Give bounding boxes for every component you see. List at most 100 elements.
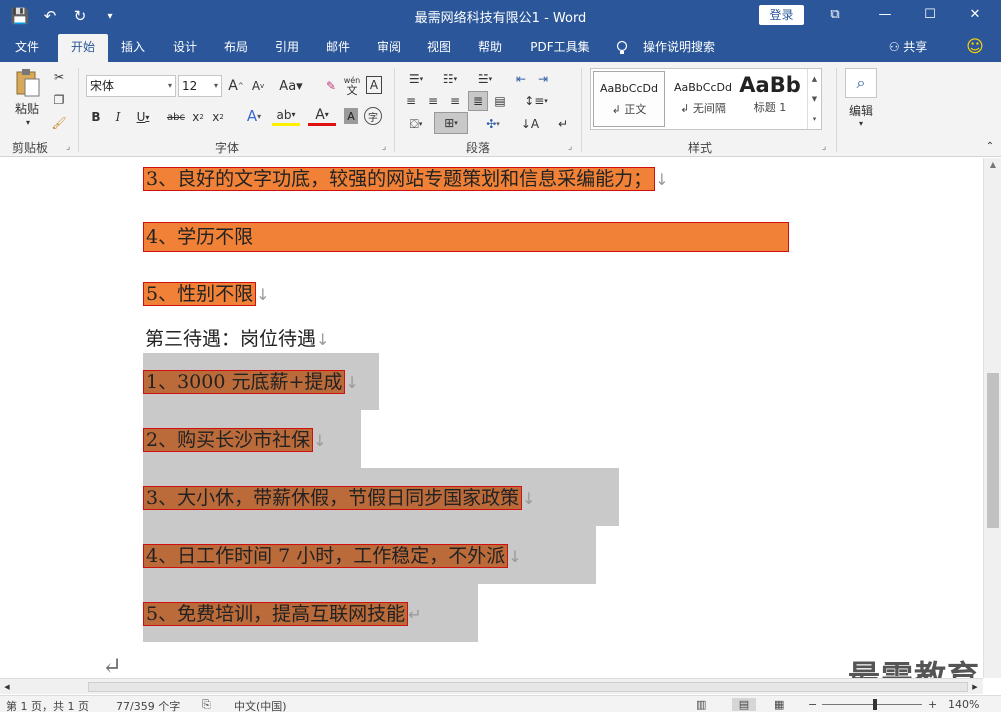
style-normal[interactable]: AaBbCcDd ↲ 正文 (593, 71, 665, 127)
scroll-right-icon[interactable]: ▶ (970, 681, 980, 693)
editing-dropdown-icon[interactable]: ▾ (855, 118, 867, 128)
scroll-up-icon[interactable]: ▲ (984, 160, 1001, 169)
format-painter-icon[interactable]: 🖌 (50, 114, 68, 132)
clipboard-launcher-icon[interactable]: ⌟ (66, 142, 76, 152)
font-size-combo[interactable]: 12 ▾ (178, 75, 222, 97)
print-layout-icon[interactable]: ▤ (732, 698, 756, 711)
change-case-icon[interactable]: Aa▾ (278, 76, 304, 96)
paste-icon[interactable] (12, 68, 42, 98)
minimize-icon[interactable]: — (873, 4, 897, 26)
paragraph[interactable]: 4、学历不限 (143, 222, 789, 252)
bullets-icon[interactable]: ☰ ▾ (402, 70, 430, 88)
show-paragraph-marks-icon[interactable]: ↵ (554, 114, 572, 134)
web-layout-icon[interactable]: ▦ (774, 698, 784, 711)
vertical-scroll-thumb[interactable] (987, 373, 999, 528)
clear-formatting-icon[interactable]: ✎ (322, 76, 340, 96)
read-mode-icon[interactable]: ▥ (696, 698, 706, 711)
multilevel-list-icon[interactable]: ☱ ▾ (470, 70, 500, 88)
shading-icon[interactable]: ⛋ ▾ (402, 114, 430, 134)
increase-indent-icon[interactable]: ⇥ (534, 70, 552, 88)
sort-icon[interactable]: ↓A (520, 114, 540, 134)
styles-gallery-scroll[interactable]: ▲ ▼ ▾ (807, 69, 821, 129)
tell-me-search[interactable]: 操作说明搜索 (638, 32, 720, 62)
character-shading-icon[interactable]: A (344, 108, 358, 124)
zoom-in-icon[interactable]: + (928, 698, 937, 711)
ribbon-display-options-icon[interactable]: ⧉ (823, 4, 847, 26)
style-heading-1[interactable]: AaBb 标题 1 (739, 71, 801, 127)
smiley-feedback-icon[interactable]: ☺ (962, 32, 988, 62)
horizontal-scrollbar[interactable]: ◀ ▶ (0, 678, 983, 694)
editing-button[interactable]: 编辑 (843, 102, 879, 118)
zoom-slider-thumb[interactable] (873, 699, 877, 710)
tab-layout[interactable]: 布局 (217, 32, 255, 62)
zoom-slider[interactable] (822, 704, 922, 705)
shrink-font-icon[interactable]: Av (249, 76, 267, 96)
numbering-icon[interactable]: ☷ ▾ (436, 70, 464, 88)
maximize-icon[interactable]: ☐ (918, 4, 942, 26)
horizontal-scroll-thumb[interactable] (88, 682, 968, 692)
tab-home[interactable]: 开始 (58, 34, 108, 62)
font-launcher-icon[interactable]: ⌟ (382, 142, 392, 152)
tab-view[interactable]: 视图 (420, 32, 458, 62)
zoom-level[interactable]: 140% (948, 698, 979, 711)
highlight-color-icon[interactable]: ab ▾ (272, 106, 300, 126)
tab-help[interactable]: 帮助 (471, 32, 509, 62)
zoom-out-icon[interactable]: − (808, 698, 817, 711)
gallery-more-icon[interactable]: ▾ (808, 109, 821, 129)
paragraph[interactable]: 2、购买长沙市社保 ↓ (143, 426, 327, 455)
proofing-icon[interactable]: ⎘ (202, 698, 211, 712)
tab-file[interactable]: 文件 (8, 32, 46, 62)
find-icon[interactable]: ⌕ (845, 68, 877, 98)
paragraph[interactable]: 3、大小休，带薪休假，节假日同步国家政策 ↓ (143, 484, 536, 513)
gallery-down-icon[interactable]: ▼ (808, 89, 821, 109)
tab-mailings[interactable]: 邮件 (319, 32, 357, 62)
grow-font-icon[interactable]: A ^ (227, 76, 245, 96)
paste-button[interactable]: 粘贴 (10, 100, 44, 116)
phonetic-guide-icon[interactable]: wén 文 (342, 74, 362, 98)
strikethrough-icon[interactable]: abc (165, 107, 187, 127)
line-spacing-icon[interactable]: ↕≡ ▾ (522, 92, 550, 110)
tab-references[interactable]: 引用 (268, 32, 306, 62)
tab-review[interactable]: 审阅 (370, 32, 408, 62)
paste-dropdown-icon[interactable]: ▾ (20, 117, 36, 127)
distributed-icon[interactable]: ▤ (491, 92, 509, 110)
paragraph[interactable]: 5、性别不限 ↓ (143, 280, 270, 309)
align-center-icon[interactable]: ≡ (424, 92, 442, 110)
gallery-up-icon[interactable]: ▲ (808, 69, 821, 89)
word-count[interactable]: 77/359 个字 (116, 698, 180, 712)
paragraph[interactable]: 4、日工作时间 7 小时，工作稳定，不外派 ↓ (143, 542, 522, 571)
styles-launcher-icon[interactable]: ⌟ (822, 142, 832, 152)
tab-design[interactable]: 设计 (166, 32, 204, 62)
italic-icon[interactable]: I (110, 107, 126, 127)
collapse-ribbon-icon[interactable]: ⌃ (984, 140, 996, 152)
login-button[interactable]: 登录 (759, 5, 804, 25)
subscript-icon[interactable]: x2 (190, 107, 206, 127)
paragraph[interactable]: 5、免费培训，提高互联网技能 ↵ (143, 600, 422, 629)
enclose-characters-icon[interactable]: 字 (364, 107, 382, 125)
chinese-layout-icon[interactable]: ✣ ▾ (478, 114, 508, 134)
underline-icon[interactable]: U ▾ (132, 107, 154, 127)
font-color-icon[interactable]: A ▾ (308, 106, 336, 126)
share-button[interactable]: ⚇ 共享 (883, 32, 933, 62)
align-right-icon[interactable]: ≡ (446, 92, 464, 110)
document-canvas[interactable]: 3、良好的文字功底，较强的网站专题策划和信息采编能力； ↓ 4、学历不限 5、性别… (0, 158, 983, 678)
superscript-icon[interactable]: x2 (210, 107, 226, 127)
decrease-indent-icon[interactable]: ⇤ (512, 70, 530, 88)
style-no-spacing[interactable]: AaBbCcDd ↲ 无间隔 (667, 71, 739, 127)
close-icon[interactable]: ✕ (963, 4, 987, 26)
tab-pdf-tools[interactable]: PDF工具集 (524, 32, 596, 62)
scroll-left-icon[interactable]: ◀ (2, 681, 12, 693)
text-effects-icon[interactable]: A ▾ (240, 106, 268, 126)
paragraph[interactable]: 1、3000 元底薪+提成 ↓ (143, 368, 359, 397)
align-left-icon[interactable]: ≡ (402, 92, 420, 110)
paragraph[interactable]: 3、良好的文字功底，较强的网站专题策划和信息采编能力； ↓ (143, 165, 669, 194)
page-count[interactable]: 第 1 页，共 1 页 (6, 698, 89, 712)
bold-icon[interactable]: B (88, 107, 104, 127)
language-indicator[interactable]: 中文(中国) (234, 698, 287, 712)
copy-icon[interactable]: ❐ (50, 91, 68, 109)
borders-icon[interactable]: ⊞ ▾ (434, 112, 468, 134)
character-border-icon[interactable]: A (366, 76, 382, 94)
vertical-scrollbar[interactable]: ▲ (983, 158, 1001, 678)
font-name-combo[interactable]: 宋体 ▾ (86, 75, 176, 97)
justify-icon[interactable]: ≣ (468, 91, 488, 111)
